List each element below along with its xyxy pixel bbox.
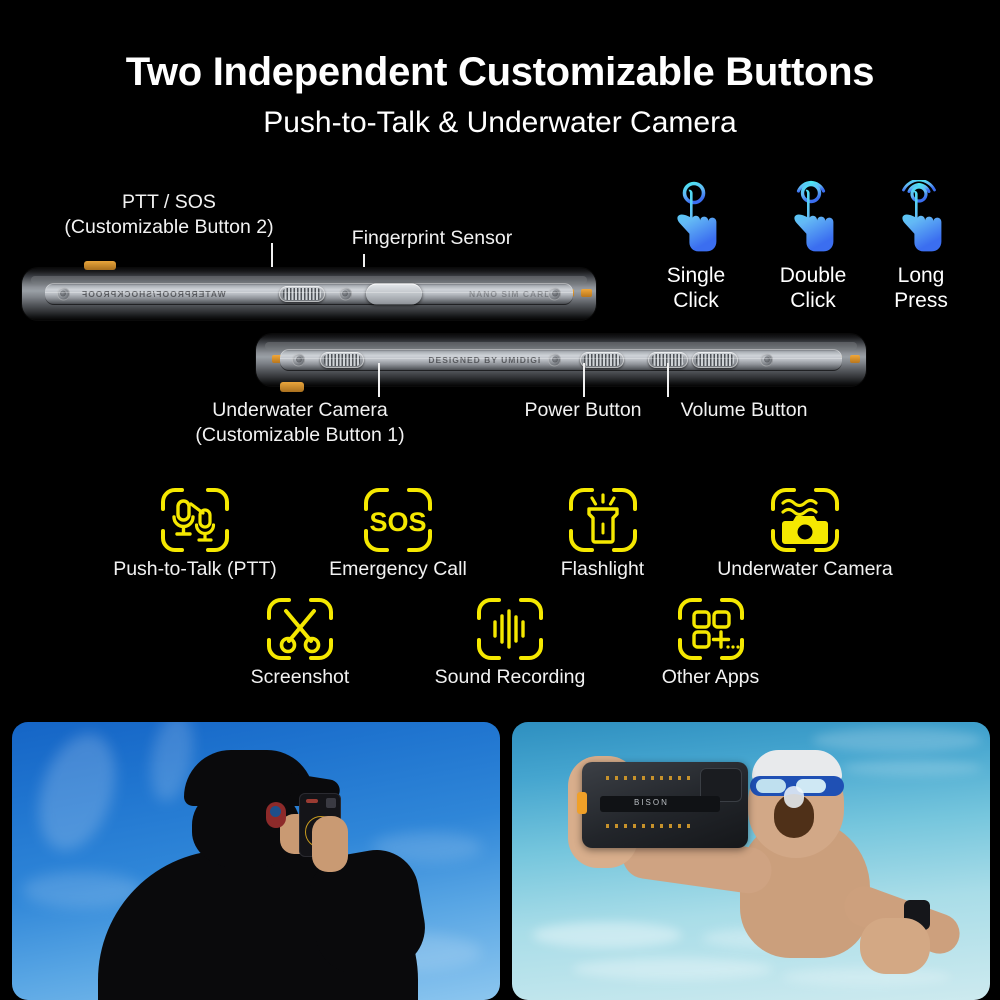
phone-bottom-screw-3	[760, 353, 774, 367]
phone-top-screw-3	[548, 287, 562, 301]
phone-top-screw-1	[56, 287, 70, 301]
bison-phone-orange-button[interactable]	[577, 792, 587, 814]
underwater-camera-button[interactable]	[320, 351, 365, 368]
gesture-long-label2: Press	[894, 289, 948, 312]
phone-bottom-nub	[280, 382, 304, 392]
leader-line-underwater-camera	[378, 363, 380, 397]
gesture-long-press[interactable]: Long Press	[866, 180, 976, 313]
surface-ripple-1	[812, 728, 982, 752]
feature-flashlight[interactable]: Flashlight	[531, 486, 674, 580]
single-click-hand-icon	[677, 181, 717, 252]
callout-underwater-camera: Underwater Camera (Customizable Button 1…	[156, 398, 444, 448]
callout-ptt-sos-line1: PTT / SOS	[122, 191, 216, 213]
fingerprint-sensor[interactable]	[365, 283, 422, 305]
page-subtitle: Push-to-Talk & Underwater Camera	[263, 106, 737, 139]
phone-top-accent-d	[581, 289, 592, 297]
gesture-single-label1: Single	[666, 264, 726, 287]
gesture-double-label2: Click	[790, 289, 836, 312]
bison-phone-back: BISON	[577, 762, 748, 848]
callout-fingerprint: Fingerprint Sensor	[337, 226, 527, 251]
callout-ptt-sos: PTT / SOS (Customizable Button 2)	[44, 190, 294, 240]
feature-label-flashlight: Flashlight	[560, 558, 645, 580]
feature-sound-recording[interactable]: Sound Recording	[420, 596, 600, 688]
feature-other-apps[interactable]: Other Apps	[638, 596, 783, 688]
phone-bottom-accent-d	[850, 355, 860, 363]
caustic-4	[782, 968, 952, 986]
page-title: Two Independent Customizable Buttons	[125, 50, 875, 94]
surface-ripple-2	[842, 760, 982, 776]
long-press-hand-icon	[902, 180, 942, 252]
sos-icon: SOS	[364, 488, 432, 552]
phone-bottom-screw-1	[292, 353, 306, 367]
earpiece-led	[270, 806, 281, 817]
feature-emergency-call[interactable]: SOS Emergency Call	[318, 486, 478, 580]
gesture-long-label1: Long	[897, 264, 945, 287]
phone-top-screw-2	[338, 287, 352, 301]
bison-texture-top	[606, 776, 694, 780]
nose-bubbles	[784, 786, 804, 808]
feature-label-sound-recording: Sound Recording	[434, 666, 586, 688]
gesture-single-click[interactable]: Single Click	[641, 180, 751, 313]
phone-bottom-screw-2	[548, 353, 562, 367]
flashlight-icon	[568, 488, 637, 552]
man-hand	[312, 816, 348, 872]
callout-ptt-sos-line2: (Customizable Button 2)	[64, 216, 274, 238]
phone-bottom-profile: DESIGNED BY UMIDIGI	[256, 334, 866, 392]
goggle-lens-left	[756, 779, 786, 793]
feature-underwater-camera[interactable]: Underwater Camera	[700, 486, 910, 580]
feature-label-screenshot: Screenshot	[250, 666, 350, 688]
phone-top-metal-band: WATERPROOF/SHOCKPROOF NANO SIM CARD	[44, 282, 574, 306]
screenshot-scissors-icon	[267, 598, 333, 660]
feature-label-emergency: Emergency Call	[329, 558, 467, 580]
gesture-double-click[interactable]: Double Click	[758, 180, 868, 313]
volume-down-button[interactable]	[692, 351, 739, 368]
phone-bottom-metal-band: DESIGNED BY UMIDIGI	[280, 348, 842, 372]
underwater-camera-icon	[771, 488, 839, 552]
bison-logo-text: BISON	[634, 798, 669, 807]
phone-top-profile: WATERPROOF/SHOCKPROOF NANO SIM CARD	[22, 261, 596, 320]
sound-recording-icon	[477, 598, 543, 660]
callout-underwater-line1: Underwater Camera	[212, 399, 388, 421]
leader-line-volume	[667, 363, 669, 397]
feature-push-to-talk[interactable]: Push-to-Talk (PTT)	[100, 486, 290, 580]
feature-label-underwater: Underwater Camera	[717, 558, 893, 580]
phone-bottom-engraving: DESIGNED BY UMIDIGI	[428, 354, 542, 365]
ptt-app-status	[306, 799, 318, 803]
gesture-double-label1: Double	[779, 264, 847, 287]
callout-volume-line1: Volume Button	[680, 399, 808, 421]
phone-top-engraving-right: NANO SIM CARD	[468, 288, 552, 299]
swimmer-hand-right	[860, 918, 930, 974]
phone-top-engraving: WATERPROOF/SHOCKPROOF	[80, 288, 226, 299]
other-apps-grid-icon	[677, 598, 744, 660]
ptt-outdoor-photo	[12, 722, 500, 1000]
callout-underwater-line2: (Customizable Button 1)	[195, 424, 405, 446]
callout-fingerprint-line1: Fingerprint Sensor	[351, 227, 513, 249]
callout-volume-button: Volume Button	[644, 398, 844, 423]
gesture-single-label2: Click	[673, 289, 719, 312]
feature-screenshot[interactable]: Screenshot	[230, 596, 370, 688]
sos-glyph: SOS	[369, 507, 426, 537]
caustic-2	[572, 958, 772, 980]
push-to-talk-icon	[161, 488, 229, 552]
bison-texture-bottom	[606, 824, 694, 828]
marketing-page: Two Independent Customizable Buttons Pus…	[0, 0, 1000, 1000]
leader-line-power	[583, 363, 585, 397]
power-button[interactable]	[580, 351, 625, 368]
feature-label-other-apps: Other Apps	[661, 666, 760, 688]
caustic-1	[532, 922, 682, 948]
double-click-hand-icon	[794, 180, 834, 252]
ptt-app-icon	[326, 798, 336, 808]
phone-top-nub	[84, 261, 116, 270]
feature-label-ptt: Push-to-Talk (PTT)	[113, 558, 277, 580]
ptt-sos-button[interactable]	[278, 285, 325, 302]
underwater-photo: BISON	[512, 722, 990, 1000]
bison-logo-strip: BISON	[600, 796, 720, 812]
